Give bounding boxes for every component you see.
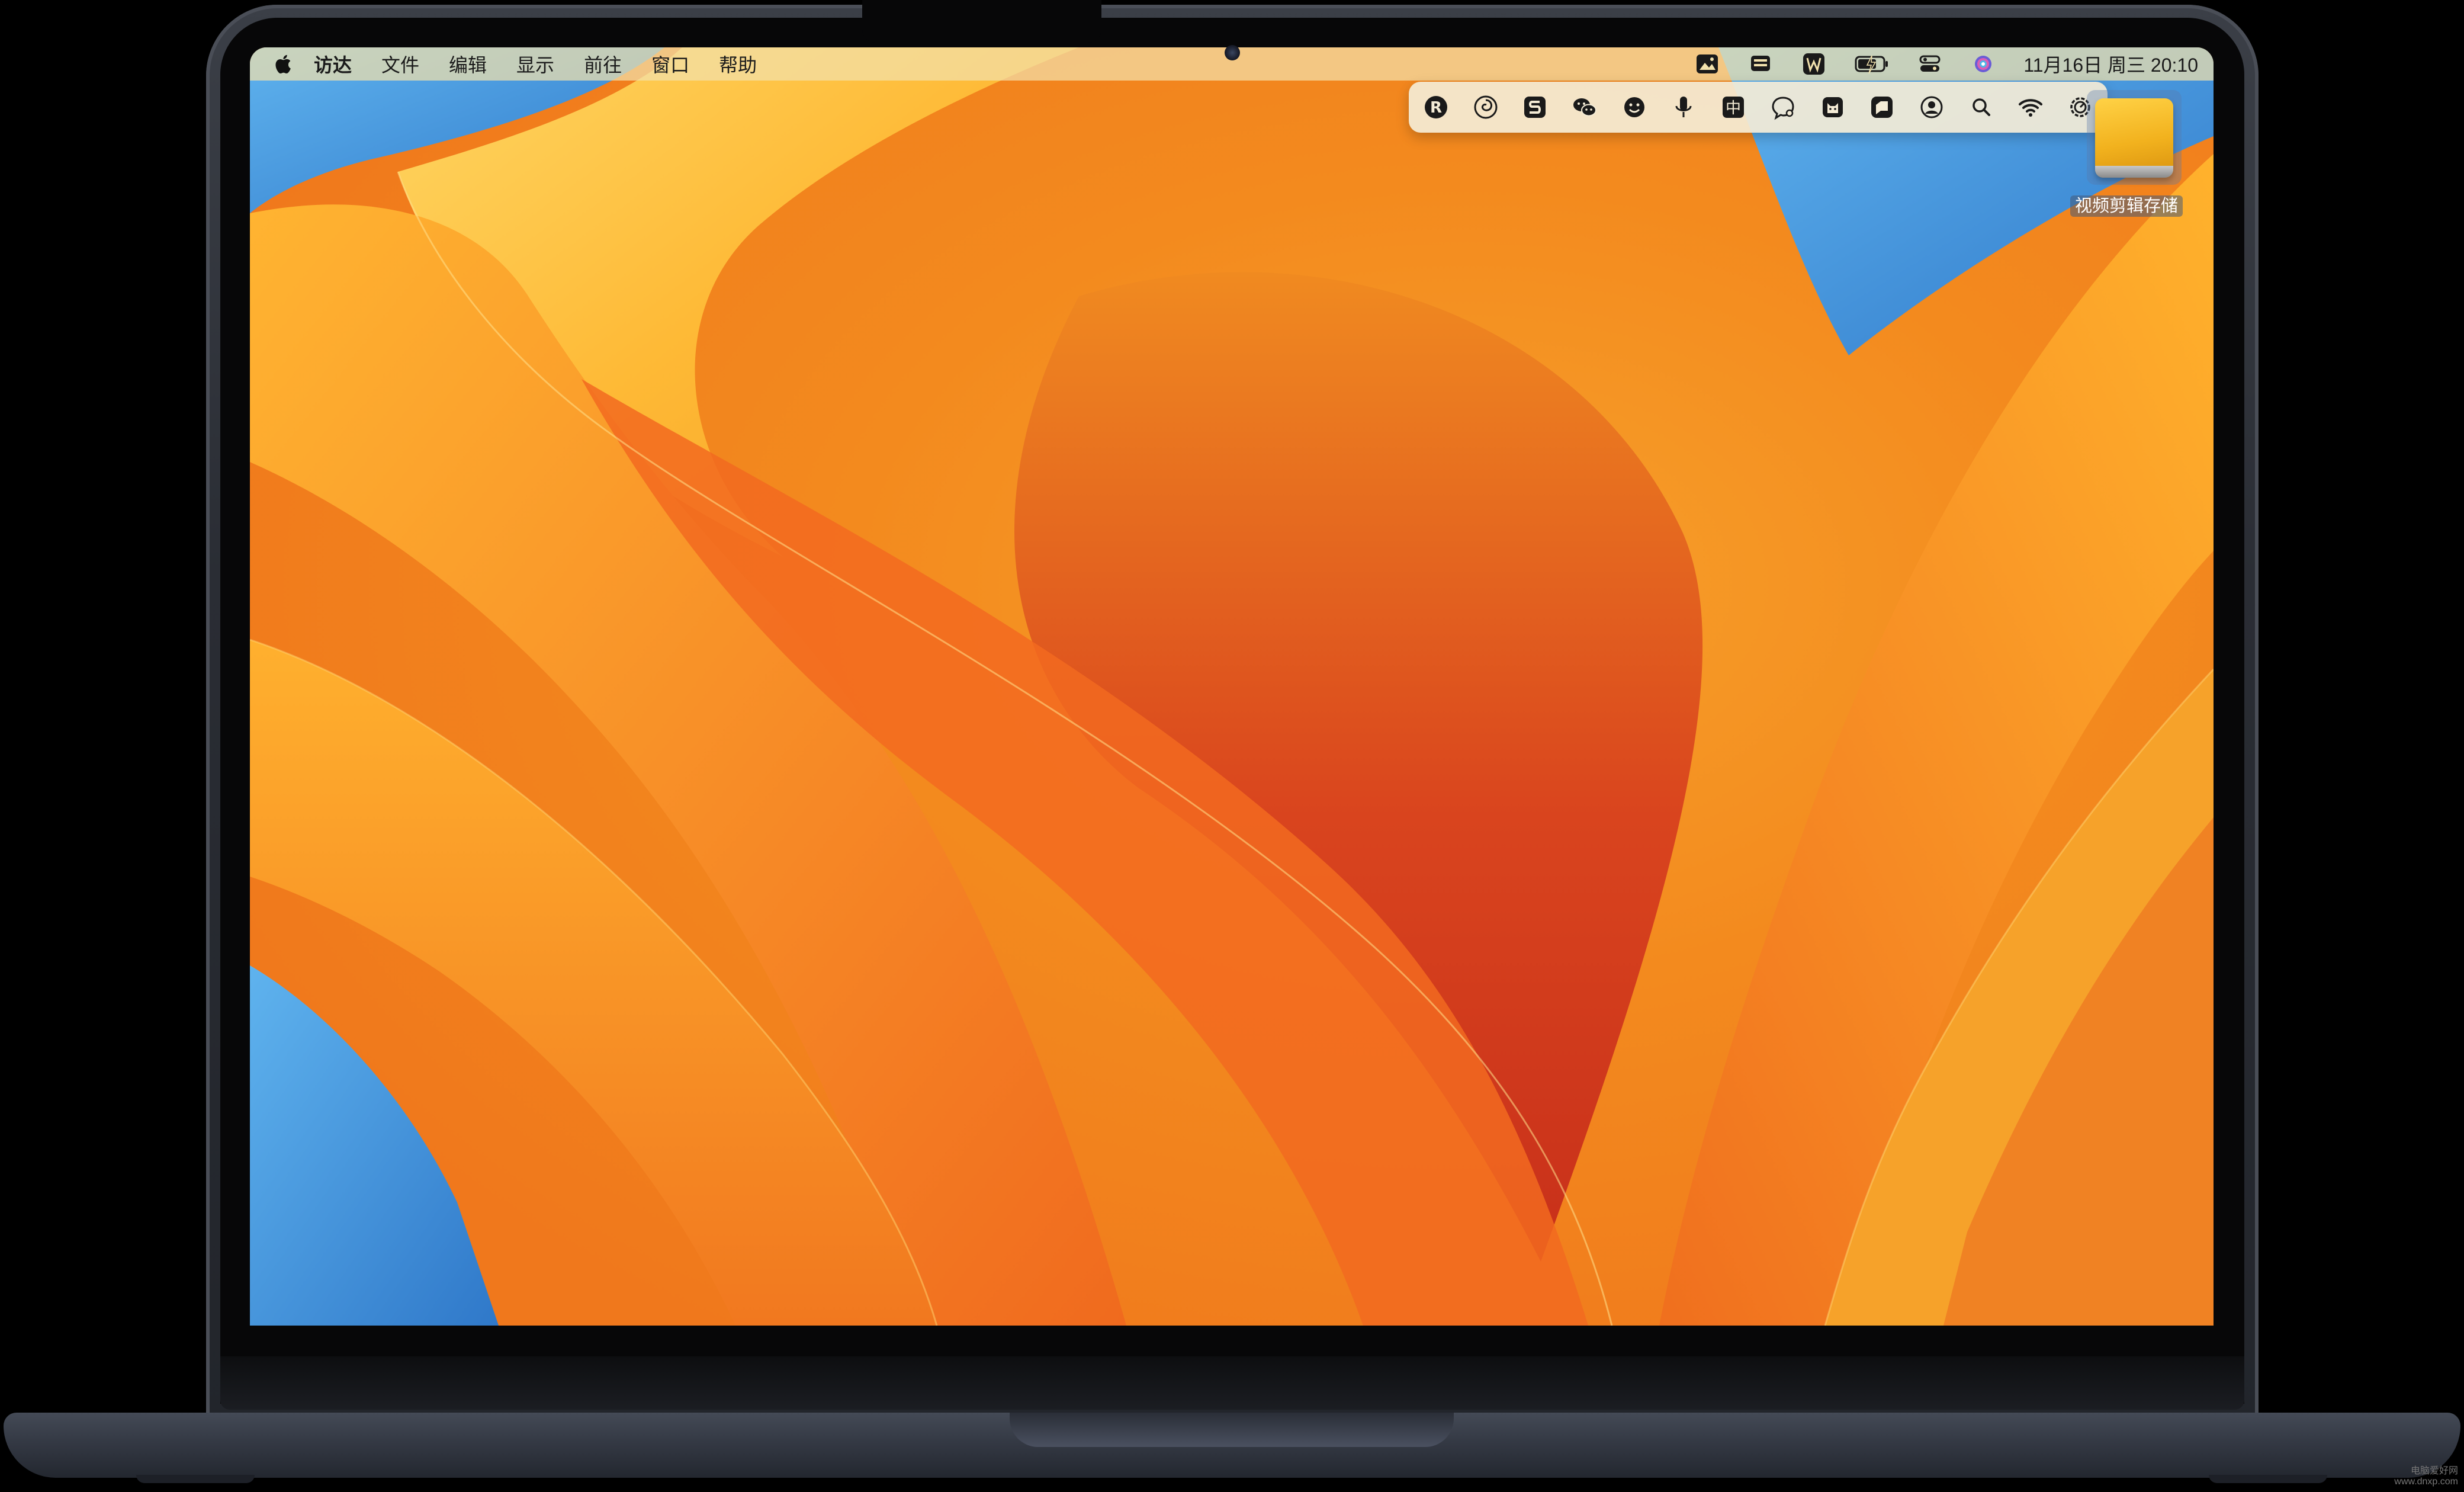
menubar-overflow-iconbar: R 中 — [1409, 82, 2108, 133]
desktop-drive[interactable]: 视频剪辑存储 — [2070, 90, 2183, 217]
chinese-input-icon[interactable]: 中 — [1719, 93, 1747, 121]
menubar-clock[interactable]: 11月16日 周三 20:10 — [2023, 50, 2198, 78]
screen-chin — [220, 1356, 2244, 1410]
laptop-foot-right — [2209, 1475, 2327, 1483]
status-area: 11月16日 周三 20:10 — [1694, 47, 2198, 81]
menu-edit[interactable]: 编辑 — [449, 50, 487, 78]
product-photo-stage: 访达 文件 编辑 显示 前往 窗口 帮助 11月16日 周三 20:10 R 中… — [0, 0, 2464, 1492]
smiley-icon[interactable] — [1620, 93, 1649, 121]
ventura-wallpaper — [250, 47, 2214, 1326]
menu-window[interactable]: 窗口 — [651, 50, 689, 78]
user-account-icon[interactable] — [1917, 93, 1946, 121]
drive-label-container: 视频剪辑存储 — [2070, 192, 2183, 217]
watermark-line1: 电脑爱好网 — [2410, 1466, 2458, 1476]
camera-icon — [1225, 45, 1240, 60]
watermark-line2: www.dnxp.com — [2394, 1477, 2458, 1487]
battery-charging-icon[interactable] — [1854, 51, 1890, 77]
chat-search-icon[interactable] — [1769, 93, 1797, 121]
display-icon[interactable] — [1747, 51, 1774, 77]
s-app-icon[interactable] — [1521, 93, 1549, 121]
speech-app-icon[interactable] — [1868, 93, 1896, 121]
menu-go[interactable]: 前往 — [584, 50, 622, 78]
lid-opening-notch — [1010, 1413, 1454, 1447]
drive-base-strip — [2095, 166, 2173, 178]
svg-text:R: R — [1430, 99, 1442, 117]
wechat-icon[interactable] — [1570, 93, 1599, 121]
laptop-foot-left — [136, 1475, 255, 1483]
control-center-icon[interactable] — [1917, 51, 1943, 77]
menu-file[interactable]: 文件 — [381, 50, 419, 78]
microphone-icon[interactable] — [1669, 93, 1698, 121]
drive-label[interactable]: 视频剪辑存储 — [2070, 195, 2183, 217]
watermark: 电脑爱好网 www.dnxp.com — [2394, 1466, 2458, 1487]
w-app-icon[interactable] — [1801, 51, 1827, 77]
menu-help[interactable]: 帮助 — [719, 50, 757, 78]
desktop-screen: 访达 文件 编辑 显示 前往 窗口 帮助 11月16日 周三 20:10 R 中… — [250, 47, 2214, 1326]
siri-icon[interactable] — [1970, 51, 1996, 77]
photo-icon[interactable] — [1694, 51, 1720, 77]
cat-app-icon[interactable] — [1819, 93, 1847, 121]
display-notch — [862, 0, 1101, 43]
wifi-icon[interactable] — [2016, 93, 2045, 121]
menu-view[interactable]: 显示 — [516, 50, 554, 78]
search-icon[interactable] — [1967, 93, 1996, 121]
menu-finder[interactable]: 访达 — [314, 50, 352, 78]
spiral-app-icon[interactable] — [1472, 93, 1500, 121]
apple-logo-icon[interactable] — [272, 52, 296, 76]
r-app-icon[interactable]: R — [1422, 93, 1450, 121]
input-method-char: 中 — [1726, 100, 1741, 117]
